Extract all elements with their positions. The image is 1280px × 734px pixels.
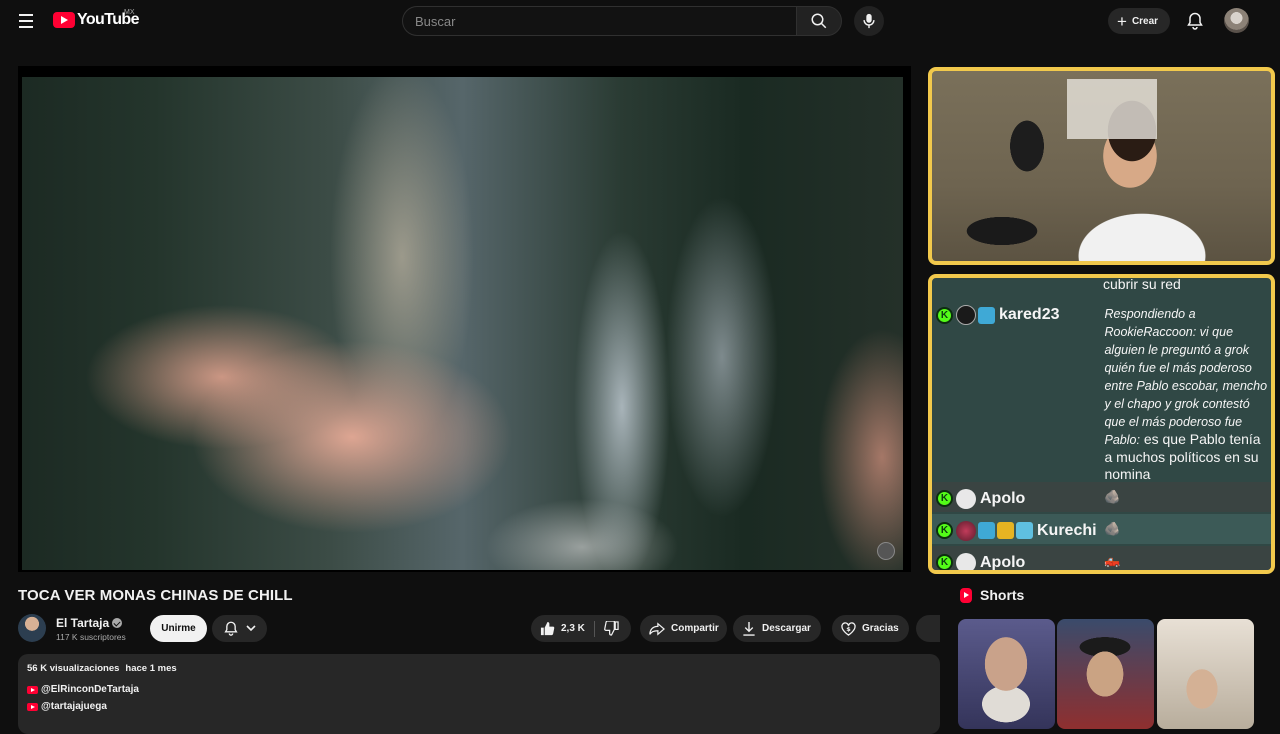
chat-message: K Apolo 🪨 <box>932 482 1271 512</box>
chat-message: K kared23 Respondiendo a RookieRaccoon: … <box>932 302 1271 483</box>
search-input[interactable] <box>402 6 796 36</box>
share-icon <box>649 621 665 636</box>
video-frame[interactable] <box>22 77 903 570</box>
menu-icon[interactable] <box>14 9 38 33</box>
chevron-down-icon <box>245 625 256 632</box>
channel-handle-link: @tartajajuega <box>41 701 107 712</box>
thumbs-up-icon <box>540 621 555 636</box>
thumbs-down-icon <box>604 621 619 636</box>
country-code: MX <box>124 9 135 16</box>
search-bar <box>402 6 842 36</box>
notifications-button[interactable] <box>1183 9 1207 33</box>
user-avatar-icon <box>956 552 976 570</box>
like-button[interactable]: 2,3 K <box>531 615 594 642</box>
chat-partial-message: cubrir su red <box>1103 276 1181 292</box>
kick-badge-icon: K <box>936 306 953 324</box>
user-badge-icon <box>956 305 976 325</box>
download-label: Descargar <box>762 623 811 634</box>
chat-username: Apolo <box>980 553 1026 571</box>
chat-username: kared23 <box>999 306 1060 323</box>
shorts-icon <box>960 587 972 603</box>
description-link[interactable]: @ElRinconDeTartaja <box>27 684 139 695</box>
thanks-button[interactable]: $ Gracias <box>832 615 909 642</box>
subscription-notifications-button[interactable] <box>212 615 267 642</box>
kick-badge-icon: K <box>936 490 953 507</box>
youtube-logo[interactable]: YouTube MX <box>53 9 139 29</box>
user-avatar-icon <box>956 520 976 541</box>
channel-name: El Tartaja <box>56 616 110 630</box>
account-avatar[interactable] <box>1224 8 1249 33</box>
top-bar: YouTube MX + Crear <box>0 0 1280 42</box>
short-thumbnail[interactable] <box>1057 619 1154 729</box>
create-label: Crear <box>1131 15 1159 27</box>
description-box[interactable]: 56 K visualizaciones hace 1 mes @ElRincon… <box>18 654 940 734</box>
plus-icon: + <box>1117 11 1127 31</box>
chat-emote: 🪨 <box>1104 489 1121 504</box>
view-count: 56 K visualizaciones <box>27 663 120 674</box>
svg-text:$: $ <box>846 624 851 632</box>
download-button[interactable]: Descargar <box>733 615 821 642</box>
share-label: Compartir <box>671 623 719 634</box>
share-segment[interactable]: Compartir <box>640 615 728 642</box>
crown-badge-icon <box>997 522 1014 539</box>
video-player[interactable] <box>18 66 911 572</box>
voice-search-button[interactable] <box>854 6 884 36</box>
video-title: TOCA VER MONAS CHINAS DE CHILL <box>18 587 293 604</box>
bell-icon <box>223 621 238 636</box>
chat-emote: 🪨 <box>1104 521 1121 536</box>
create-button[interactable]: + Crear <box>1108 8 1171 34</box>
microphone-icon <box>863 13 875 29</box>
description-link[interactable]: @tartajajuega <box>27 701 107 712</box>
chat-emote: 🛻 <box>1104 553 1121 568</box>
channel-avatar[interactable] <box>18 614 46 642</box>
description-stats: 56 K visualizaciones hace 1 mes <box>27 663 183 674</box>
chat-message-text: Respondiendo a RookieRaccoon: vi que alg… <box>1104 305 1271 483</box>
youtube-play-icon <box>53 12 75 28</box>
webcam-background-shelf <box>1067 79 1157 139</box>
youtube-mini-icon <box>27 702 38 711</box>
search-button[interactable] <box>796 6 842 36</box>
user-avatar-icon <box>956 488 976 509</box>
channel-handle-link: @ElRinconDeTartaja <box>41 684 139 695</box>
thanks-segment[interactable]: $ Gracias <box>832 615 908 642</box>
shorts-heading: Shorts <box>980 587 1025 603</box>
download-segment[interactable]: Descargar <box>733 615 820 642</box>
download-icon <box>743 621 755 636</box>
chat-message: K Kurechi 🪨 <box>932 514 1271 544</box>
verified-icon <box>112 618 123 628</box>
search-icon <box>811 13 827 29</box>
kick-badge-icon: K <box>936 522 953 539</box>
join-button[interactable]: Unirme <box>150 615 207 642</box>
like-count: 2,3 K <box>561 623 585 634</box>
subscriber-count: 117 K suscriptores <box>56 632 126 642</box>
streamer-webcam <box>928 67 1275 265</box>
channel-name-link[interactable]: El Tartaja <box>56 616 123 630</box>
chat-reply-prefix: Respondiendo a RookieRaccoon: vi que alg… <box>1104 307 1268 447</box>
chat-username: Kurechi <box>1037 521 1097 539</box>
share-button[interactable]: Compartir <box>640 615 727 642</box>
heart-dollar-icon: $ <box>841 621 856 636</box>
hammer-badge-icon <box>978 522 995 539</box>
like-dislike-group: 2,3 K <box>531 615 631 642</box>
shorts-header: Shorts <box>960 587 1024 603</box>
stream-chat-overlay: cubrir su red K kared23 Respondiendo a R… <box>928 274 1275 574</box>
short-thumbnail[interactable] <box>958 619 1055 729</box>
kick-badge-icon: K <box>936 554 953 570</box>
video-watermark-icon <box>877 542 895 560</box>
bell-icon <box>1187 12 1203 30</box>
chat-username: Apolo <box>980 489 1026 507</box>
youtube-mini-icon <box>27 685 38 694</box>
dislike-button[interactable] <box>595 615 628 642</box>
chat-message: K Apolo 🛻 <box>932 546 1271 571</box>
more-actions-button[interactable] <box>916 615 940 642</box>
upload-date: hace 1 mes <box>125 663 177 674</box>
short-thumbnail[interactable] <box>1157 619 1254 729</box>
sub-badge-icon <box>978 306 995 324</box>
thanks-label: Gracias <box>862 623 899 634</box>
sub-badge-icon <box>1016 522 1033 539</box>
